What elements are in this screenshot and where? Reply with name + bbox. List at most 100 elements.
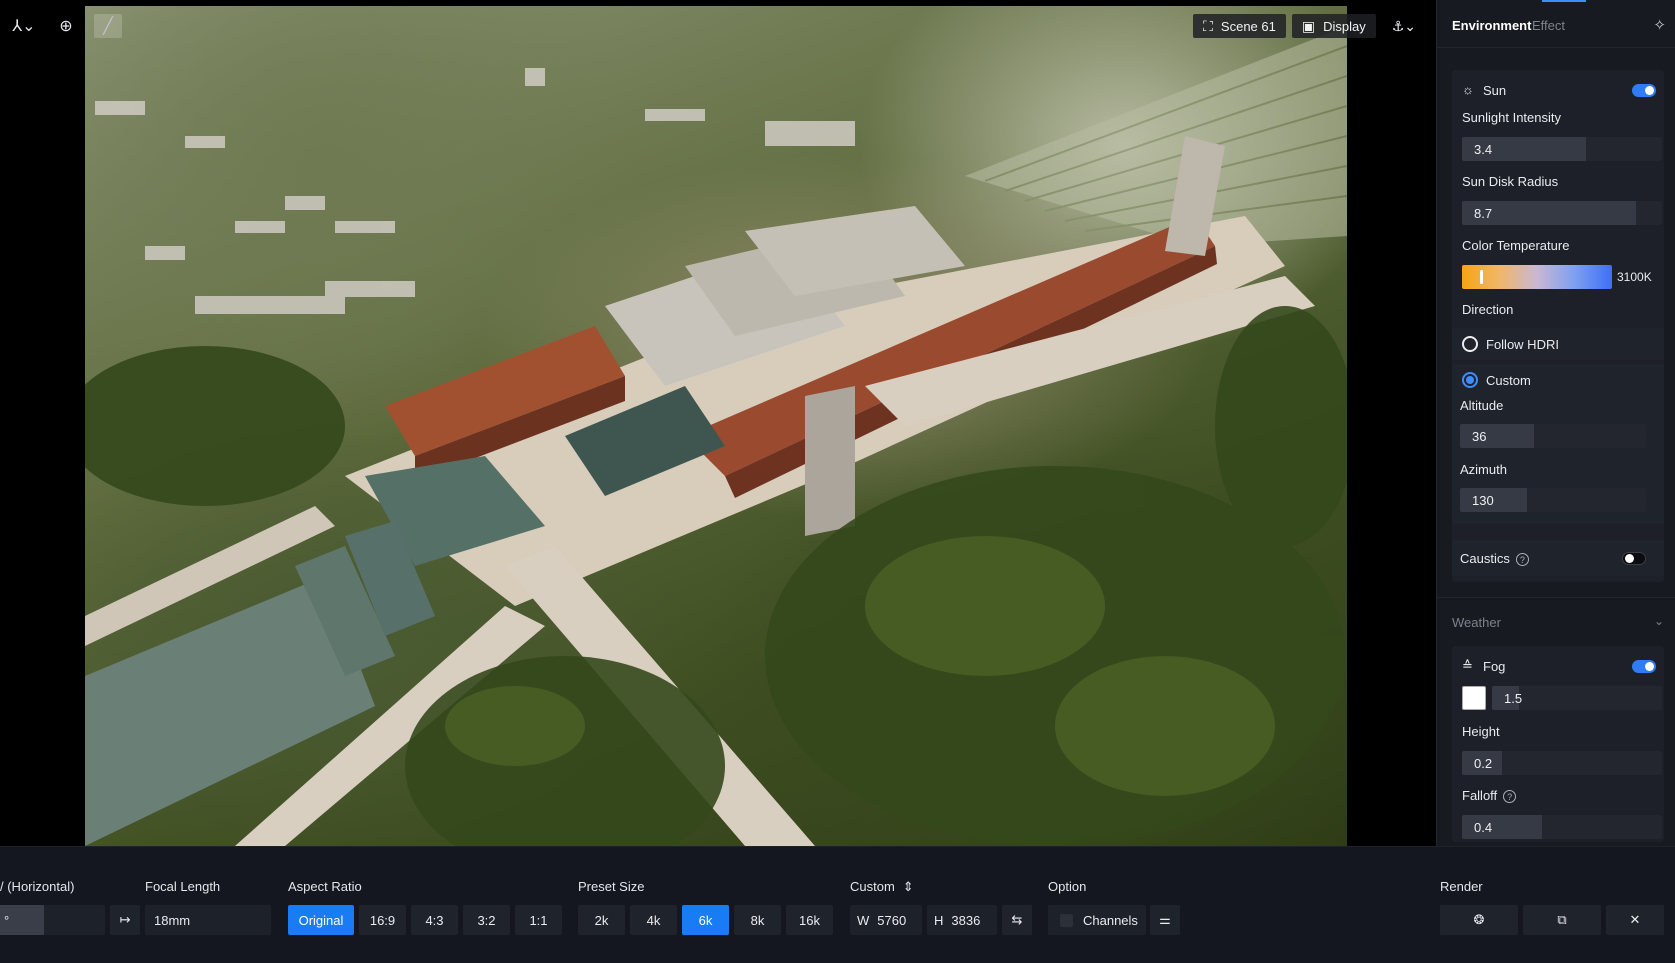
falloff-slider[interactable]: 0.4 <box>1462 815 1662 839</box>
sunlight-intensity-value: 3.4 <box>1474 142 1493 157</box>
fog-height-label: Height <box>1462 724 1500 739</box>
caustics-toggle[interactable] <box>1622 552 1646 565</box>
terraced-pools <box>85 506 435 846</box>
farmland-rows <box>965 26 1347 246</box>
azimuth-label: Azimuth <box>1460 462 1507 477</box>
display-label: Display <box>1323 18 1366 34</box>
height-value: 3836 <box>951 912 981 928</box>
render-preview-image[interactable] <box>85 6 1347 846</box>
info-icon[interactable]: ⇕ <box>903 879 914 894</box>
channels-label: Channels <box>1083 912 1138 928</box>
azimuth-value: 130 <box>1472 493 1494 508</box>
color-temperature-value: 3100K <box>1617 270 1652 284</box>
render-label: Render <box>1440 879 1483 894</box>
caustics-label: Caustics? <box>1460 551 1529 567</box>
sun-title: Sun <box>1483 83 1507 98</box>
option-label: Option <box>1048 879 1087 894</box>
sunlight-intensity-label: Sunlight Intensity <box>1462 110 1562 125</box>
sliders-icon: ⚌ <box>1159 912 1171 927</box>
globe-icon[interactable]: ⊕ <box>52 14 80 38</box>
altitude-value: 36 <box>1472 429 1487 444</box>
render-queue-button[interactable]: ⧉ <box>1523 905 1601 935</box>
height-prefix: H <box>934 912 944 928</box>
fit-width-icon: ↦ <box>119 912 131 927</box>
render-button[interactable]: ❂ <box>1440 905 1518 935</box>
swap-dimensions-button[interactable]: ⇆ <box>1002 905 1032 935</box>
caustics-row: Caustics? <box>1452 540 1664 576</box>
custom-height-input[interactable]: H 3836 <box>927 905 997 935</box>
color-temperature-label: Color Temperature <box>1462 238 1570 253</box>
viewport-toolbar-left: ⅄⌄ ⊕ ╱ <box>10 14 122 38</box>
direction-label: Direction <box>1462 302 1514 317</box>
fov-lock-button[interactable]: ↦ <box>110 905 140 935</box>
fog-color-swatch[interactable] <box>1462 686 1486 710</box>
preset-size-16k[interactable]: 16k <box>786 905 833 935</box>
camera-move-button[interactable]: ⚓⌄ <box>1382 14 1426 38</box>
channels-option[interactable]: Channels <box>1048 905 1146 935</box>
app-root: ⅄⌄ ⊕ ╱ ⛶ Scene 61 ▣ Display ⚓⌄ Environme… <box>0 0 1675 963</box>
properties-panel: Environment Effect ✧ ☼ Sun Sunlight Inte… <box>1436 0 1675 846</box>
camera-move-icon: ⚓⌄ <box>1391 17 1416 34</box>
display-button[interactable]: ▣ Display <box>1291 14 1376 38</box>
aperture-icon: ❂ <box>1473 912 1485 927</box>
radio-custom[interactable] <box>1462 372 1478 388</box>
close-render-button[interactable]: ✕ <box>1606 905 1664 935</box>
panel-tabs: Environment Effect ✧ <box>1437 0 1675 48</box>
swap-icon: ⇆ <box>1011 912 1023 927</box>
fog-card: ≙ Fog 1.5 Height 0.2 Falloff? 0.4 <box>1452 646 1664 842</box>
color-temperature-slider[interactable] <box>1462 265 1612 289</box>
magic-sparkle-icon[interactable]: ✧ <box>1653 16 1666 34</box>
weather-section-header[interactable]: Weather ⌄ <box>1437 597 1675 643</box>
preset-size-4k[interactable]: 4k <box>630 905 677 935</box>
fog-icon: ≙ <box>1462 658 1473 673</box>
altitude-slider[interactable]: 36 <box>1460 424 1646 448</box>
tab-indicator <box>1542 0 1586 2</box>
preset-size-6k[interactable]: 6k <box>682 905 729 935</box>
fog-density-value: 1.5 <box>1504 691 1523 706</box>
render-viewport[interactable]: ⅄⌄ ⊕ ╱ ⛶ Scene 61 ▣ Display ⚓⌄ <box>0 0 1436 846</box>
preset-size-2k[interactable]: 2k <box>578 905 625 935</box>
focal-length-input[interactable]: 18mm <box>145 905 271 935</box>
help-icon[interactable]: ? <box>1503 790 1517 804</box>
aspect-ratio-16-9[interactable]: 16:9 <box>359 905 406 935</box>
direction-custom-option[interactable]: Custom Altitude 36 Azimuth 130 <box>1452 364 1664 524</box>
tab-effect[interactable]: Effect <box>1532 18 1565 33</box>
viewport-toolbar-right: ⛶ Scene 61 ▣ Display ⚓⌄ <box>1193 14 1426 38</box>
weather-title: Weather <box>1452 615 1501 630</box>
tab-environment[interactable]: Environment <box>1452 18 1531 33</box>
sun-disk-radius-label: Sun Disk Radius <box>1462 174 1559 189</box>
fog-toggle[interactable] <box>1632 660 1656 673</box>
sunlight-intensity-slider[interactable]: 3.4 <box>1462 137 1662 161</box>
channels-checkbox[interactable] <box>1060 913 1073 927</box>
aspect-ratio-3-2[interactable]: 3:2 <box>463 905 510 935</box>
custom-size-label: Custom ⇕ <box>850 879 914 895</box>
preset-size-8k[interactable]: 8k <box>734 905 781 935</box>
aspect-ratio-label: Aspect Ratio <box>288 879 362 894</box>
fog-height-slider[interactable]: 0.2 <box>1462 751 1662 775</box>
help-icon[interactable]: ? <box>1515 553 1529 567</box>
scene-button[interactable]: ⛶ Scene 61 <box>1193 14 1286 38</box>
preset-size-label: Preset Size <box>578 879 645 894</box>
sun-toggle[interactable] <box>1632 84 1656 97</box>
radio-follow-hdri[interactable] <box>1462 336 1478 352</box>
color-temperature-handle[interactable] <box>1480 270 1483 284</box>
brush-icon[interactable]: ╱ <box>94 14 122 38</box>
sun-disk-radius-slider[interactable]: 8.7 <box>1462 201 1662 225</box>
direction-follow-hdri-option[interactable]: Follow HDRI <box>1452 328 1664 360</box>
width-prefix: W <box>857 912 870 928</box>
altitude-label: Altitude <box>1460 398 1504 413</box>
aspect-ratio-1-1[interactable]: 1:1 <box>515 905 562 935</box>
custom-width-input[interactable]: W 5760 <box>850 905 922 935</box>
fog-density-slider[interactable]: 1.5 <box>1492 686 1662 710</box>
aspect-ratio-original[interactable]: Original <box>288 905 354 935</box>
scene-label: Scene 61 <box>1220 18 1276 34</box>
follow-hdri-label: Follow HDRI <box>1486 337 1559 352</box>
option-settings-button[interactable]: ⚌ <box>1150 905 1180 935</box>
aspect-ratio-4-3[interactable]: 4:3 <box>411 905 458 935</box>
close-icon: ✕ <box>1629 912 1641 927</box>
azimuth-slider[interactable]: 130 <box>1460 488 1646 512</box>
focal-length-label: Focal Length <box>145 879 221 894</box>
axis-gizmo-icon[interactable]: ⅄⌄ <box>10 14 38 38</box>
fov-input[interactable]: ° <box>0 905 105 935</box>
render-queue-icon: ⧉ <box>1557 912 1567 927</box>
